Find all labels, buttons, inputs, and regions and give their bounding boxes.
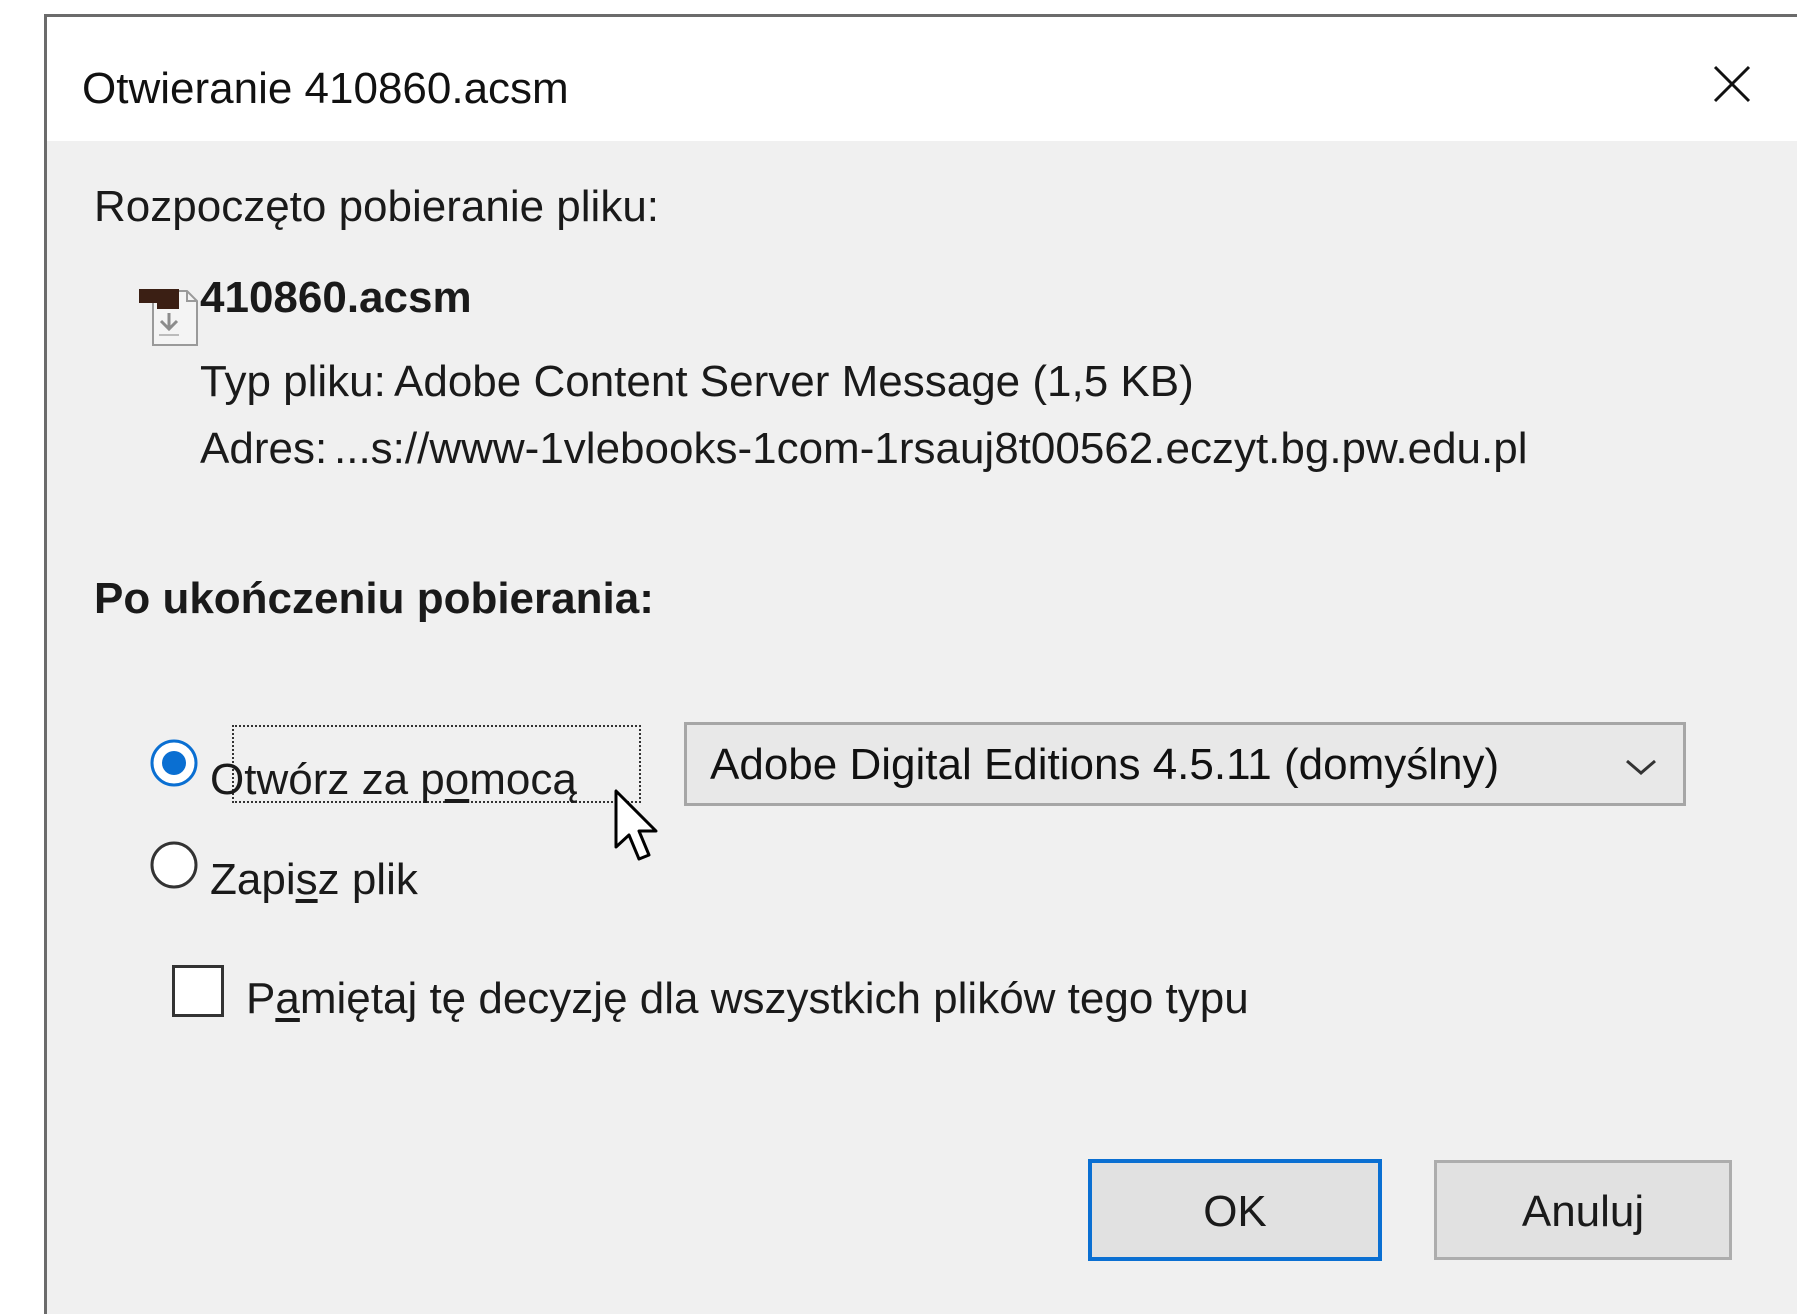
open-with-label-accel: o <box>444 755 470 804</box>
dialog-titlebar: Otwieranie 410860.acsm <box>47 17 1797 141</box>
open-with-label-suffix: mocą <box>469 755 577 804</box>
save-file-label-suffix: z plik <box>317 855 418 904</box>
remember-decision-label[interactable]: Pamiętaj tę decyzję dla wszystkich plikó… <box>246 977 1249 1021</box>
download-started-label: Rozpoczęto pobieranie pliku: <box>94 182 660 231</box>
file-name: 410860.acsm <box>200 273 472 322</box>
after-download-heading: Po ukończeniu pobierania: <box>94 574 654 623</box>
file-type-value: Adobe Content Server Message (1,5 KB) <box>394 357 1194 406</box>
cancel-button-label: Anuluj <box>1521 1187 1645 1236</box>
remember-decision-checkbox[interactable] <box>172 965 224 1017</box>
close-icon <box>1713 65 1751 103</box>
ok-button-label: OK <box>1203 1187 1267 1236</box>
application-select[interactable]: Adobe Digital Editions 4.5.11 (domyślny) <box>684 722 1686 806</box>
save-file-label-prefix: Zapi <box>210 855 296 904</box>
save-file-radio[interactable] <box>149 840 199 890</box>
open-with-label-prefix: Otwórz za p <box>210 755 445 804</box>
save-file-label-accel: s <box>295 855 318 904</box>
remember-label-accel: a <box>275 974 300 1023</box>
open-with-label[interactable]: Otwórz za pomocą <box>210 758 577 802</box>
remember-label-suffix: miętaj tę decyzję dla wszystkich plików … <box>299 974 1249 1023</box>
file-type-label: Typ pliku: <box>200 357 386 406</box>
file-address-label: Adres: <box>200 424 328 473</box>
remember-label-prefix: P <box>246 974 276 1023</box>
dialog-title: Otwieranie 410860.acsm <box>82 64 569 113</box>
open-with-radio[interactable] <box>149 738 199 788</box>
application-select-value: Adobe Digital Editions 4.5.11 (domyślny) <box>710 740 1500 789</box>
cancel-button[interactable]: Anuluj <box>1434 1160 1732 1260</box>
open-file-dialog: Otwieranie 410860.acsm Rozpoczęto pobier… <box>44 14 1797 1314</box>
save-file-label[interactable]: Zapisz plik <box>210 858 418 902</box>
ok-button[interactable]: OK <box>1088 1159 1382 1261</box>
chevron-down-icon <box>1626 759 1656 775</box>
close-button[interactable] <box>1687 39 1777 129</box>
file-address-value: ...s://www-1vlebooks-1com-1rsauj8t00562.… <box>334 424 1528 473</box>
download-file-icon <box>139 283 201 349</box>
